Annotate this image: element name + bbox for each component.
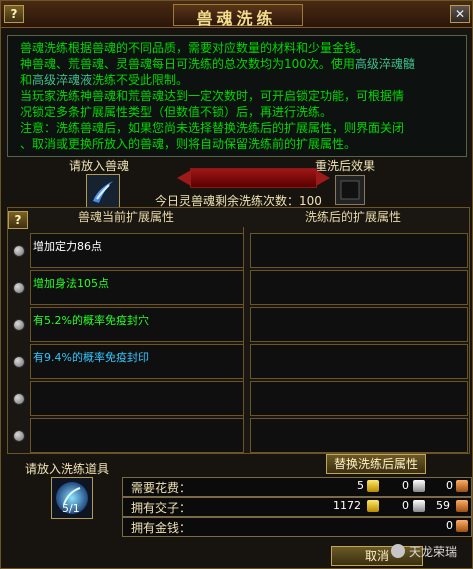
info-line-2a: 神兽魂、荒兽魂、灵兽魂每日可洗练的总次数均为100次。使用 [20, 57, 355, 71]
soul-slot[interactable] [86, 174, 120, 208]
after-attr-row [250, 381, 468, 416]
copper-coin-icon [456, 480, 468, 492]
info-line-5: 况锁定多条扩展属性类型（但数值不锁）后，再进行洗练。 [20, 105, 333, 119]
close-icon[interactable]: ✕ [450, 5, 470, 23]
money-label: 拥有金钱： [131, 521, 192, 535]
current-attr-row: 有9.4%的概率免疫封印 [13, 344, 244, 379]
soul-icon [93, 181, 113, 203]
info-line-3a: 和 [20, 73, 33, 87]
jiaozi-silver-icon [413, 500, 425, 512]
current-attr-row [13, 381, 244, 416]
jiaozi-silver: 0 [402, 499, 409, 512]
info-line-3b: 高级淬魂液 [32, 73, 93, 87]
jiaozi-gold: 1172 [333, 499, 361, 512]
lock-radio[interactable] [13, 430, 25, 442]
need-silver: 0 [402, 479, 409, 492]
remain-label: 今日灵兽魂剩余洗练次数： [155, 194, 300, 208]
info-panel: 兽魂洗练根据兽魂的不同品质，需要对应数量的材料和少量金钱。 神兽魂、荒兽魂、灵兽… [7, 35, 467, 157]
cost-row: 需要花费： 5 0 0 [122, 477, 472, 497]
need-cost-label: 需要花费： [131, 481, 192, 495]
put-item-label: 请放入洗练道具 [25, 462, 110, 476]
need-gold: 5 [357, 479, 364, 492]
info-line-3: 和高级淬魂液洗练不受此限制。 [20, 72, 458, 88]
lock-radio[interactable] [13, 393, 25, 405]
remain-value: 100 [299, 194, 322, 208]
jiaozi-copper-icon [456, 500, 468, 512]
jiaozi-gold-icon [367, 500, 379, 512]
money-row: 拥有金钱： 0 [122, 517, 472, 537]
after-attr-row [250, 307, 468, 342]
jiaozi-label: 拥有交子： [131, 501, 192, 515]
after-attr-row [250, 270, 468, 305]
wechat-icon [391, 544, 405, 558]
info-line-6: 注意：洗练兽魂后，如果您尚未选择替换洗练后的扩展属性，则界面关闭 [20, 121, 405, 135]
money-value: 0 [446, 519, 453, 532]
info-line-7: 、取消或更换所放入的兽魂，则将自动保留洗练前的扩展属性。 [20, 137, 357, 151]
info-line-3c: 洗练不受此限制。 [92, 73, 189, 87]
need-copper: 0 [446, 479, 453, 492]
current-attr-header: 兽魂当前扩展属性 [78, 210, 175, 224]
current-attr-row: 有5.2%的概率免疫封穴 [13, 307, 244, 342]
info-line-4: 当玩家洗练神兽魂和荒兽魂达到一定次数时，可开启锁定功能，可根据情 [20, 89, 405, 103]
info-line-1: 兽魂洗练根据兽魂的不同品质，需要对应数量的材料和少量金钱。 [20, 41, 369, 55]
wash-progress-bar [177, 168, 330, 188]
after-attr-row [250, 418, 468, 453]
watermark: 天龙荣瑞 [391, 541, 469, 563]
current-attr-text: 增加定力86点 [33, 240, 102, 253]
title-bar: ? 兽魂洗练 ✕ [1, 1, 472, 28]
soul-wash-window: ? 兽魂洗练 ✕ 兽魂洗练根据兽魂的不同品质，需要对应数量的材料和少量金钱。 神… [0, 0, 473, 569]
jiaozi-row: 拥有交子： 1172 0 59 [122, 497, 472, 517]
watermark-text: 天龙荣瑞 [409, 545, 458, 559]
attr-help-icon[interactable]: ? [8, 211, 28, 229]
after-attr-row [250, 233, 468, 268]
window-title: 兽魂洗练 [196, 9, 277, 28]
current-attr-row [13, 418, 244, 453]
gold-coin-icon [367, 480, 379, 492]
current-attr-row: 增加定力86点 [13, 233, 244, 268]
result-slot[interactable] [335, 175, 365, 205]
current-attr-row: 增加身法105点 [13, 270, 244, 305]
silver-coin-icon [413, 480, 425, 492]
after-attr-row [250, 344, 468, 379]
lock-radio[interactable] [13, 282, 25, 294]
current-attr-text: 增加身法105点 [33, 277, 109, 290]
current-attr-text: 有5.2%的概率免疫封穴 [33, 314, 149, 327]
jiaozi-copper: 59 [436, 499, 450, 512]
info-line-2b: 高级淬魂髓 [354, 57, 415, 71]
empty-slot-icon [340, 180, 360, 200]
replace-attr-button[interactable]: 替换洗练后属性 [326, 454, 426, 474]
after-attr-header: 洗练后的扩展属性 [305, 210, 402, 224]
current-attr-text: 有9.4%的概率免疫封印 [33, 351, 149, 364]
put-soul-label: 请放入兽魂 [69, 159, 130, 173]
money-copper-icon [456, 520, 468, 532]
item-slot[interactable]: 5/1 [51, 477, 93, 519]
lock-radio[interactable] [13, 319, 25, 331]
item-count: 5/1 [62, 502, 80, 515]
lock-radio[interactable] [13, 245, 25, 257]
lock-radio[interactable] [13, 356, 25, 368]
info-line-2: 神兽魂、荒兽魂、灵兽魂每日可洗练的总次数均为100次。使用高级淬魂髓 [20, 56, 458, 72]
